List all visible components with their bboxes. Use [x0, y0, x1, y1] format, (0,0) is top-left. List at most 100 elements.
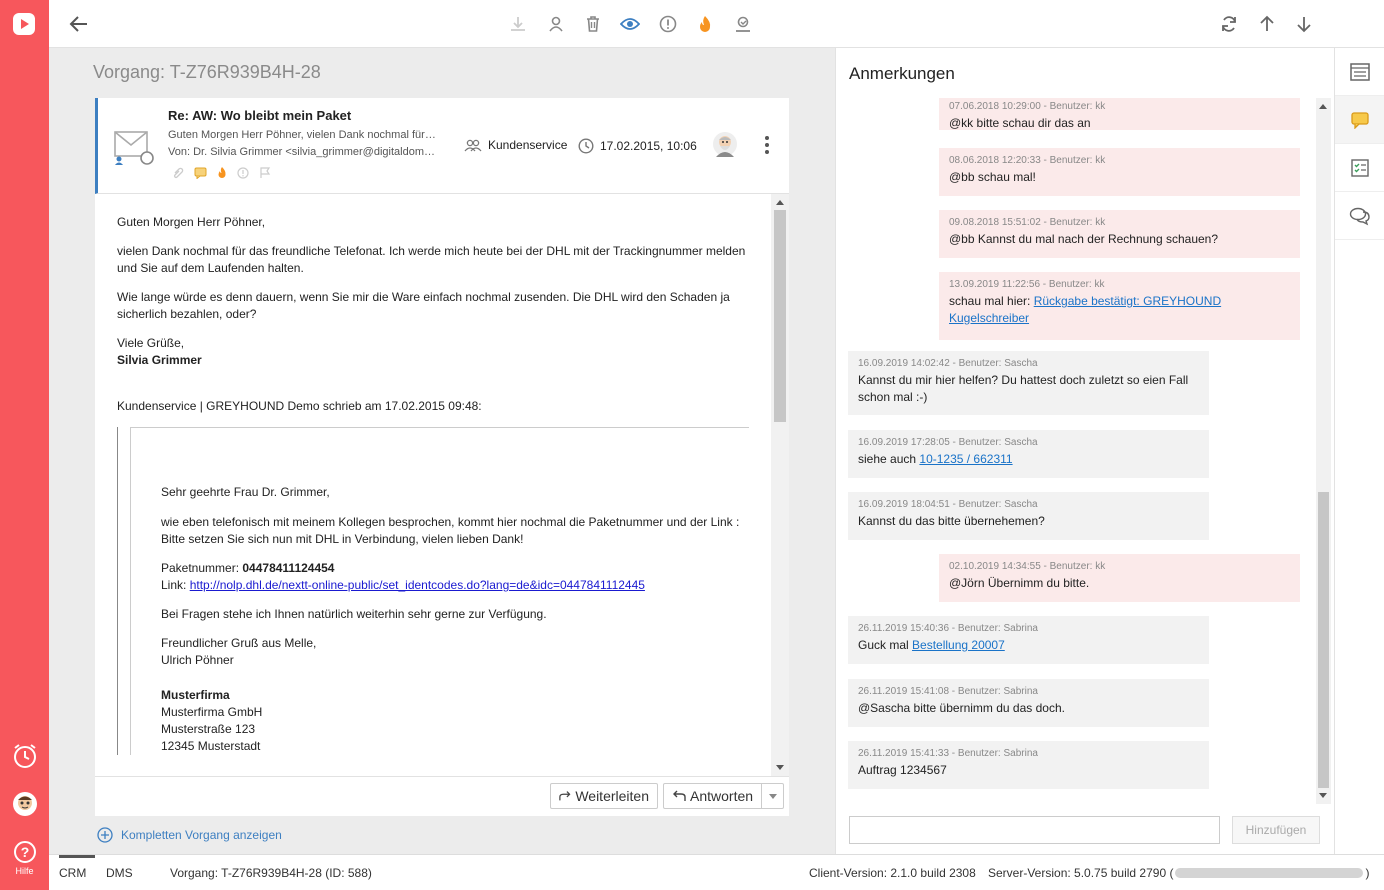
tracking-link-line: Link: http://nolp.dhl.de/nextt-online-pu…	[161, 578, 645, 592]
refresh-icon[interactable]	[1218, 13, 1240, 35]
comments-scrollbar[interactable]	[1316, 98, 1331, 804]
comments-list: 07.06.2018 10:29:00 - Benutzer: kk @kk bi…	[836, 98, 1316, 804]
comments-tab-icon[interactable]	[1335, 96, 1384, 144]
users-icon	[464, 139, 482, 152]
app-logo-icon[interactable]	[13, 13, 35, 35]
fire-icon[interactable]	[694, 13, 716, 35]
comment-text: Kannst du mir hier helfen? Du hattest do…	[858, 373, 1189, 404]
user-avatar[interactable]	[12, 791, 38, 817]
datetime-label: 17.02.2015, 10:06	[600, 139, 697, 153]
company-street: Musterstraße 123	[161, 722, 256, 736]
reply-icon	[673, 790, 686, 801]
comment-meta: 02.10.2019 14:34:55 - Benutzer: kk	[949, 561, 1106, 572]
comment-text: @bb schau mal!	[949, 170, 1036, 184]
comment-item: 07.06.2018 10:29:00 - Benutzer: kk @kk bi…	[939, 98, 1300, 130]
quote-paragraph: wie eben telefonisch mit meinem Kollegen…	[161, 515, 740, 529]
comment-text: schau mal hier: Rückgabe bestätigt: GREY…	[949, 294, 1222, 325]
quote-sender: Ulrich Pöhner	[161, 653, 234, 667]
arrow-down-icon[interactable]	[1293, 13, 1315, 35]
tracking-link[interactable]: http://nolp.dhl.de/nextt-online-public/s…	[190, 578, 645, 592]
checklist-icon[interactable]	[1335, 144, 1384, 192]
mail-subject: Re: AW: Wo bleibt mein Paket	[168, 108, 352, 123]
status-bar: CRM DMS Vorgang: T-Z76R939B4H-28 (ID: 58…	[49, 854, 1384, 890]
trash-icon[interactable]	[582, 13, 604, 35]
mail-greeting: Guten Morgen Herr Pöhner,	[117, 215, 266, 229]
arrow-up-icon[interactable]	[1256, 13, 1278, 35]
comment-item: 16.09.2019 18:04:51 - Benutzer: Sascha Ka…	[848, 492, 1209, 540]
comment-meta: 16.09.2019 14:02:42 - Benutzer: Sascha	[858, 358, 1038, 369]
company-legal-name: Musterfirma GmbH	[161, 705, 263, 719]
mail-paragraph: vielen Dank nochmal für das freundliche …	[117, 244, 746, 275]
comment-link[interactable]: Bestellung 20007	[912, 638, 1005, 652]
comment-meta: 26.11.2019 15:40:36 - Benutzer: Sabrina	[858, 623, 1038, 634]
comment-text: @kk bitte schau dir das an	[949, 116, 1091, 130]
mail-body: Guten Morgen Herr Pöhner, vielen Dank no…	[95, 194, 771, 776]
comment-meta: 16.09.2019 18:04:51 - Benutzer: Sascha	[858, 499, 1038, 510]
more-options-icon[interactable]	[764, 136, 770, 154]
company-city: 12345 Musterstadt	[161, 739, 261, 753]
clock-icon	[578, 138, 594, 154]
comment-item: 13.09.2019 11:22:56 - Benutzer: kk schau …	[939, 272, 1300, 340]
help-label: Hilfe	[15, 866, 34, 876]
main-area: Vorgang: T-Z76R939B4H-28 Re: AW: Wo blei…	[49, 48, 835, 854]
plus-circle-icon	[97, 827, 113, 843]
comment-meta: 09.08.2018 15:51:02 - Benutzer: kk	[949, 217, 1106, 228]
comment-meta: 26.11.2019 15:41:33 - Benutzer: Sabrina	[858, 748, 1038, 759]
mail-paragraph: Wie lange würde es denn dauern, wenn Sie…	[117, 290, 730, 321]
mail-scrollbar[interactable]	[771, 194, 789, 776]
comment-input[interactable]	[849, 816, 1220, 844]
comment-meta: 08.06.2018 12:20:33 - Benutzer: kk	[949, 155, 1106, 166]
warning-small-icon	[237, 166, 249, 179]
help-icon[interactable]: ?	[12, 839, 38, 865]
mail-team: Kundenservice	[464, 138, 567, 152]
mail-signature: Silvia Grimmer	[117, 353, 202, 367]
comment-item: 26.11.2019 15:41:33 - Benutzer: Sabrina A…	[848, 741, 1209, 789]
alarm-clock-icon[interactable]	[12, 743, 38, 769]
comment-text: @Jörn Übernimm du bitte.	[949, 576, 1090, 590]
add-comment-button[interactable]: Hinzufügen	[1232, 816, 1320, 844]
reply-button[interactable]: Antworten	[663, 783, 784, 809]
forward-button[interactable]: Weiterleiten	[550, 783, 658, 809]
quote-header: Kundenservice | GREYHOUND Demo schrieb a…	[117, 399, 482, 413]
assign-user-icon[interactable]	[545, 13, 567, 35]
comment-text: Guck mal Bestellung 20007	[858, 638, 1005, 652]
quote-greeting: Sehr geehrte Frau Dr. Grimmer,	[161, 485, 330, 499]
comment-text: @Sascha bitte übernimm du das doch.	[858, 701, 1065, 715]
eye-icon[interactable]	[619, 13, 641, 35]
show-full-case-link[interactable]: Kompletten Vorgang anzeigen	[97, 827, 282, 843]
comment-link[interactable]: 10-1235 / 662311	[919, 452, 1012, 466]
warning-icon[interactable]	[657, 13, 679, 35]
side-icon-bar	[1334, 48, 1384, 854]
reply-dropdown-icon[interactable]	[761, 784, 783, 808]
comment-item: 16.09.2019 17:28:05 - Benutzer: Sascha si…	[848, 430, 1209, 478]
comment-text: siehe auch 10-1235 / 662311	[858, 452, 1013, 466]
client-version: Client-Version: 2.1.0 build 2308	[809, 865, 976, 880]
flag-icon	[260, 166, 271, 178]
comment-meta: 13.09.2019 11:22:56 - Benutzer: kk	[949, 279, 1105, 290]
download-icon[interactable]	[507, 13, 529, 35]
mail-datetime: 17.02.2015, 10:06	[578, 138, 697, 154]
chat-icon[interactable]	[1335, 192, 1384, 240]
status-vorgang: Vorgang: T-Z76R939B4H-28 (ID: 588)	[170, 865, 372, 880]
mail-sender: Von: Dr. Silvia Grimmer <silvia_grimmer@…	[168, 146, 438, 158]
mail-header[interactable]: Re: AW: Wo bleibt mein Paket Guten Morge…	[95, 98, 789, 194]
redacted-server-name	[1175, 867, 1364, 878]
mail-closing: Viele Grüße,	[117, 336, 185, 350]
envelope-user-icon	[114, 130, 154, 169]
comment-meta: 07.06.2018 10:29:00 - Benutzer: kk	[949, 101, 1106, 112]
comment-meta: 16.09.2019 17:28:05 - Benutzer: Sascha	[858, 437, 1038, 448]
agent-avatar	[712, 131, 738, 157]
comment-item: 08.06.2018 12:20:33 - Benutzer: kk @bb sc…	[939, 148, 1300, 196]
mail-card: Re: AW: Wo bleibt mein Paket Guten Morge…	[95, 98, 789, 816]
tab-dms[interactable]: DMS	[106, 855, 133, 890]
attachment-icon	[173, 167, 184, 178]
company-name: Musterfirma	[161, 688, 230, 702]
user-settings-icon[interactable]	[732, 13, 754, 35]
page-title: Vorgang: T-Z76R939B4H-28	[93, 62, 321, 82]
tab-crm[interactable]: CRM	[59, 855, 96, 890]
back-arrow-icon[interactable]	[68, 13, 90, 35]
left-rail: ? Hilfe	[0, 0, 49, 890]
mail-preview: Guten Morgen Herr Pöhner, vielen Dank no…	[168, 129, 438, 141]
comment-item: 09.08.2018 15:51:02 - Benutzer: kk @bb Ka…	[939, 210, 1300, 258]
details-view-icon[interactable]	[1335, 48, 1384, 96]
